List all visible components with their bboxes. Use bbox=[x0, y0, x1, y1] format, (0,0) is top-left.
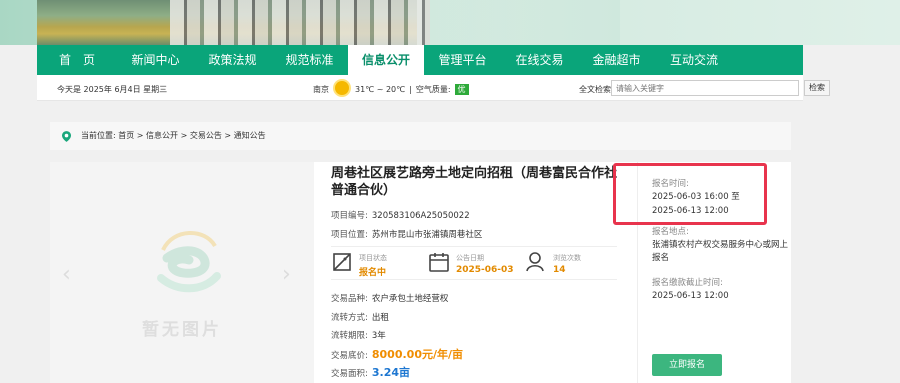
banner-houses bbox=[170, 0, 430, 45]
tag-icon bbox=[333, 253, 351, 271]
deposit-deadline-label: 报名缴款截止时间: bbox=[652, 278, 723, 288]
project-code: 项目编号: 320583106A25050022 bbox=[331, 211, 470, 221]
nav-item-online-trade[interactable]: 在线交易 bbox=[501, 45, 578, 75]
stat-views: 浏览次数 14 bbox=[525, 251, 615, 277]
reg-place-label: 报名地点: bbox=[652, 227, 689, 237]
reg-place: 张浦镇农村产权交易服务中心或网上报名 bbox=[652, 240, 789, 263]
info-bar: 今天是 2025年 6月4日 星期三 南京 31℃ ~ 20℃ | 空气质量: … bbox=[37, 75, 830, 101]
sun-icon bbox=[335, 80, 349, 95]
weather-city: 南京 bbox=[313, 85, 329, 94]
search-input[interactable] bbox=[611, 80, 799, 96]
current-date: 今天是 2025年 6月4日 星期三 bbox=[57, 85, 168, 94]
weather: 南京 31℃ ~ 20℃ | 空气质量: 优 bbox=[313, 80, 469, 95]
header-banner bbox=[0, 0, 900, 45]
notice-date-value: 2025-06-03 bbox=[456, 265, 514, 275]
user-view-icon bbox=[526, 252, 544, 272]
views-value: 14 bbox=[553, 265, 566, 275]
transfer-method: 流转方式: 出租 bbox=[331, 313, 389, 323]
no-image-text: 暂无图片 bbox=[142, 320, 222, 340]
carousel-next-icon[interactable]: › bbox=[282, 262, 291, 287]
nav-item-info-public[interactable]: 信息公开 bbox=[348, 45, 424, 75]
search-button[interactable]: 检索 bbox=[804, 80, 830, 96]
nav-item-finance[interactable]: 金融超市 bbox=[578, 45, 655, 75]
aqi-label: 空气质量: bbox=[415, 85, 451, 94]
nav-item-news[interactable]: 新闻中心 bbox=[117, 45, 194, 75]
stat-status: 项目状态 报名中 bbox=[331, 251, 421, 278]
project-location: 项目位置: 苏州市昆山市张浦镇周巷社区 bbox=[331, 230, 483, 240]
aqi-badge: 优 bbox=[454, 84, 469, 95]
weather-temp: 31℃ ~ 20℃ bbox=[355, 85, 406, 94]
nav-item-interaction[interactable]: 互动交流 bbox=[655, 45, 733, 75]
trade-area: 交易面积: 3.24亩 bbox=[331, 366, 411, 379]
nav-item-management[interactable]: 管理平台 bbox=[424, 45, 501, 75]
base-price: 交易底价: 8000.00元/年/亩 bbox=[331, 348, 464, 361]
search-label: 全文检索 bbox=[579, 85, 611, 94]
highlight-box bbox=[613, 163, 767, 225]
trade-variety: 交易品种: 农户承包土地经营权 bbox=[331, 294, 449, 304]
breadcrumb-text: 当前位置: 首页 > 信息公开 > 交易公告 > 通知公告 bbox=[81, 131, 266, 140]
project-title: 周巷社区展艺路旁土地定向招租（周巷富民合作社普通合伙） bbox=[331, 166, 618, 198]
stat-date: 公告日期 2025-06-03 bbox=[428, 251, 518, 277]
main-nav: 首 页 新闻中心 政策法规 规范标准 信息公开 管理平台 在线交易 金融超市 互… bbox=[37, 45, 803, 75]
image-carousel: ‹ › 暂无图片 bbox=[50, 162, 314, 383]
nav-item-home[interactable]: 首 页 bbox=[37, 45, 117, 75]
apply-now-button[interactable]: 立即报名 bbox=[652, 354, 722, 376]
calendar-icon bbox=[429, 253, 449, 272]
placeholder-logo-icon bbox=[157, 231, 221, 293]
status-value: 报名中 bbox=[359, 268, 387, 278]
location-pin-icon bbox=[62, 131, 71, 142]
nav-item-standards[interactable]: 规范标准 bbox=[271, 45, 348, 75]
project-stats: 项目状态 报名中 公告日期 2025-06-03 浏览次数 14 bbox=[331, 246, 617, 280]
nav-item-policy[interactable]: 政策法规 bbox=[194, 45, 271, 75]
deposit-deadline: 2025-06-13 12:00 bbox=[652, 291, 729, 301]
transfer-term: 流转期限: 3年 bbox=[331, 331, 386, 341]
carousel-prev-icon[interactable]: ‹ bbox=[62, 262, 71, 287]
breadcrumb: 当前位置: 首页 > 信息公开 > 交易公告 > 通知公告 bbox=[50, 122, 791, 150]
